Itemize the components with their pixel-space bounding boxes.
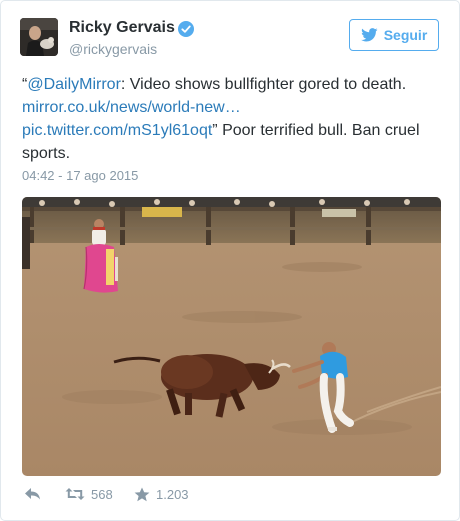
- mention-link[interactable]: @DailyMirror: [27, 76, 121, 93]
- tweet-card: Ricky Gervais @rickygervais Seguir “@Dai…: [0, 0, 460, 521]
- verified-badge-icon: [178, 21, 194, 37]
- avatar[interactable]: [20, 18, 58, 56]
- tweet-text: “@DailyMirror: Video shows bullfighter g…: [22, 73, 442, 165]
- follow-button[interactable]: Seguir: [349, 19, 439, 51]
- retweet-count: 568: [91, 486, 113, 502]
- retweet-button[interactable]: 568: [65, 483, 113, 505]
- twitter-bird-icon: [360, 28, 378, 42]
- display-name[interactable]: Ricky Gervais: [69, 19, 175, 37]
- article-link[interactable]: mirror.co.uk/news/world-new…: [22, 99, 241, 116]
- retweet-icon: [65, 488, 85, 500]
- timestamp[interactable]: 04:42 - 17 ago 2015: [22, 168, 138, 183]
- reply-button[interactable]: [24, 483, 41, 505]
- tweet-photo[interactable]: [22, 197, 441, 476]
- pic-link[interactable]: pic.twitter.com/mS1yl61oqt: [22, 122, 212, 139]
- avatar-image: [20, 18, 58, 56]
- tweet-actions: 568 1.203: [1, 483, 459, 507]
- favorite-count: 1.203: [156, 486, 189, 502]
- tweet-text-fragment: : Video shows bullfighter gored to death…: [120, 76, 407, 93]
- reply-icon: [25, 488, 40, 500]
- follow-button-label: Seguir: [383, 27, 428, 43]
- favorite-button[interactable]: 1.203: [134, 483, 189, 505]
- star-icon: [134, 487, 150, 501]
- bullfight-photo: [22, 197, 441, 476]
- user-handle[interactable]: @rickygervais: [69, 41, 157, 57]
